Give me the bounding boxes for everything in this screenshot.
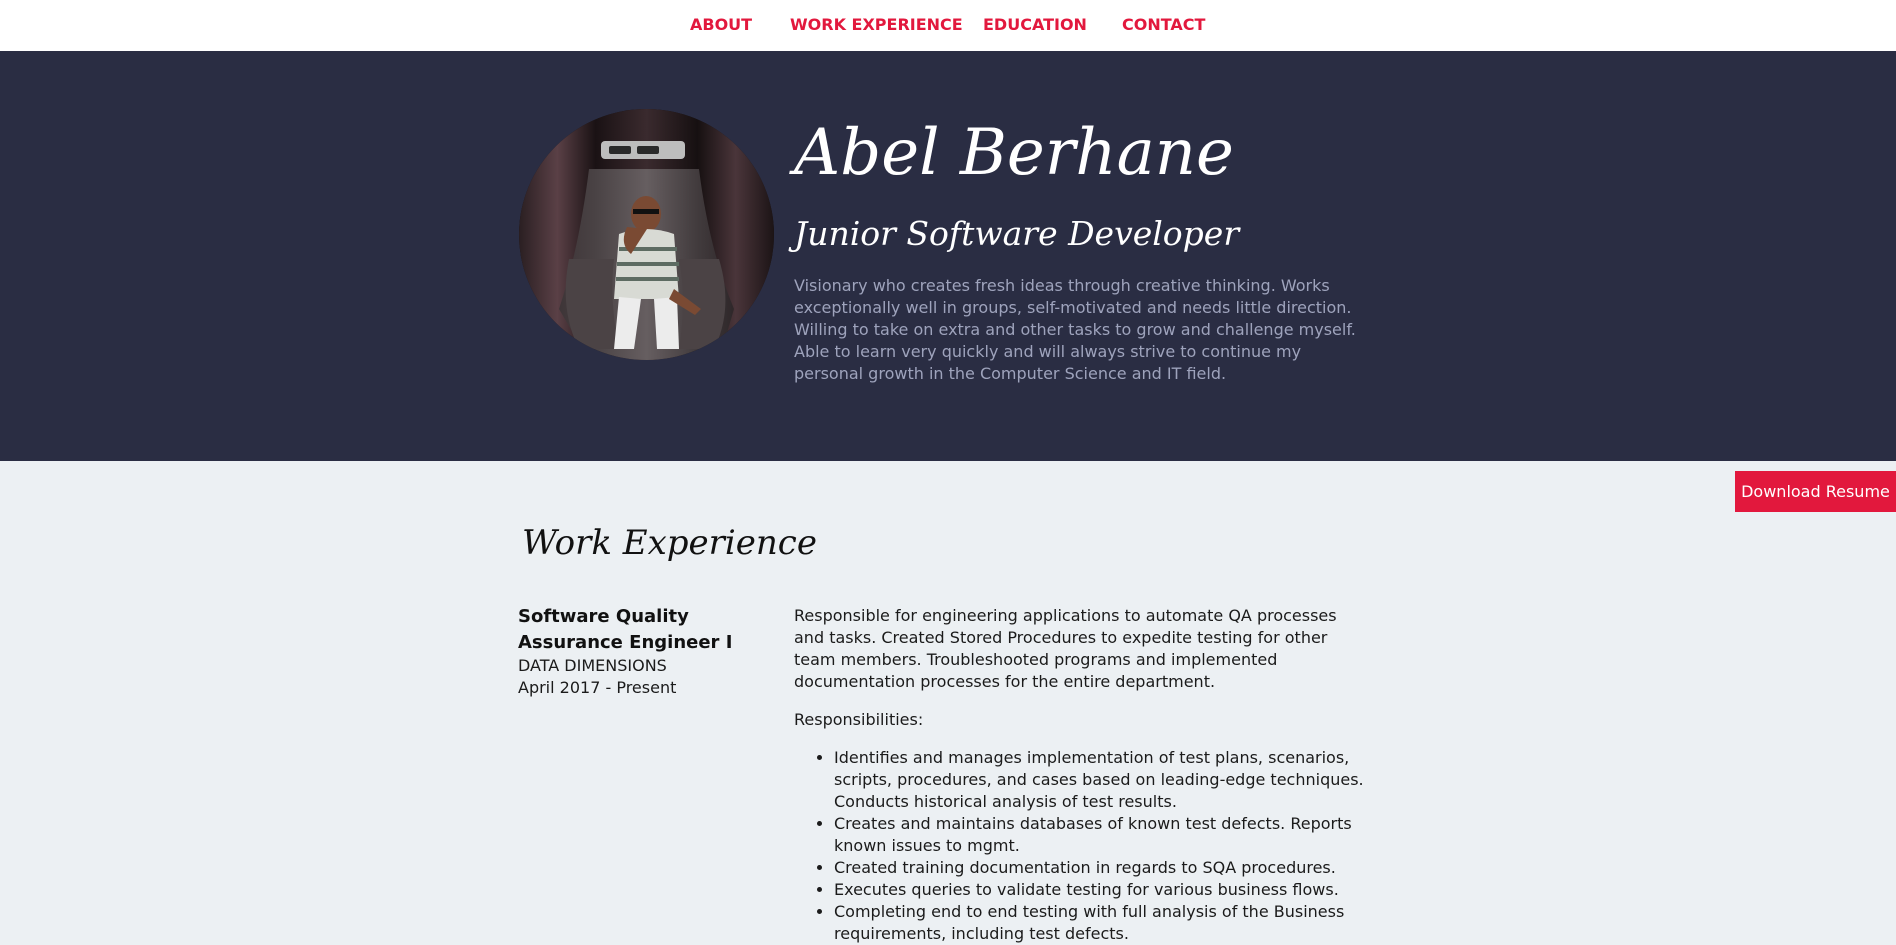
list-item: Creates and maintains databases of known… bbox=[834, 813, 1369, 857]
nav-link-education[interactable]: EDUCATION bbox=[983, 15, 1087, 34]
job-company: DATA DIMENSIONS bbox=[518, 656, 667, 675]
profile-role: Junior Software Developer bbox=[794, 214, 1240, 253]
profile-summary: Visionary who creates fresh ideas throug… bbox=[794, 276, 1356, 383]
avatar-photo bbox=[519, 109, 774, 360]
job-title: Software Quality Assurance Engineer I bbox=[518, 606, 733, 653]
job-description: Responsible for engineering applications… bbox=[794, 606, 1337, 691]
list-item: Completing end to end testing with full … bbox=[834, 901, 1369, 945]
job-dates: April 2017 - Present bbox=[518, 678, 677, 697]
list-item: Executes queries to validate testing for… bbox=[834, 879, 1369, 901]
top-nav: ABOUT WORK EXPERIENCE EDUCATION CONTACT bbox=[0, 0, 1896, 51]
avatar bbox=[519, 109, 774, 360]
responsibilities-label: Responsibilities: bbox=[794, 710, 924, 729]
hero-section: Abel Berhane Junior Software Developer V… bbox=[0, 51, 1896, 512]
nav-link-contact[interactable]: CONTACT bbox=[1122, 15, 1205, 34]
section-title: Work Experience bbox=[522, 523, 817, 563]
profile-name: Abel Berhane bbox=[794, 116, 1234, 190]
nav-link-about[interactable]: ABOUT bbox=[690, 15, 752, 34]
responsibilities-list: Identifies and manages implementation of… bbox=[794, 747, 1369, 945]
download-resume-button[interactable]: Download Resume bbox=[1735, 471, 1896, 512]
list-item: Identifies and manages implementation of… bbox=[834, 747, 1369, 813]
nav-link-work-experience[interactable]: WORK EXPERIENCE bbox=[790, 15, 963, 34]
list-item: Created training documentation in regard… bbox=[834, 857, 1369, 879]
